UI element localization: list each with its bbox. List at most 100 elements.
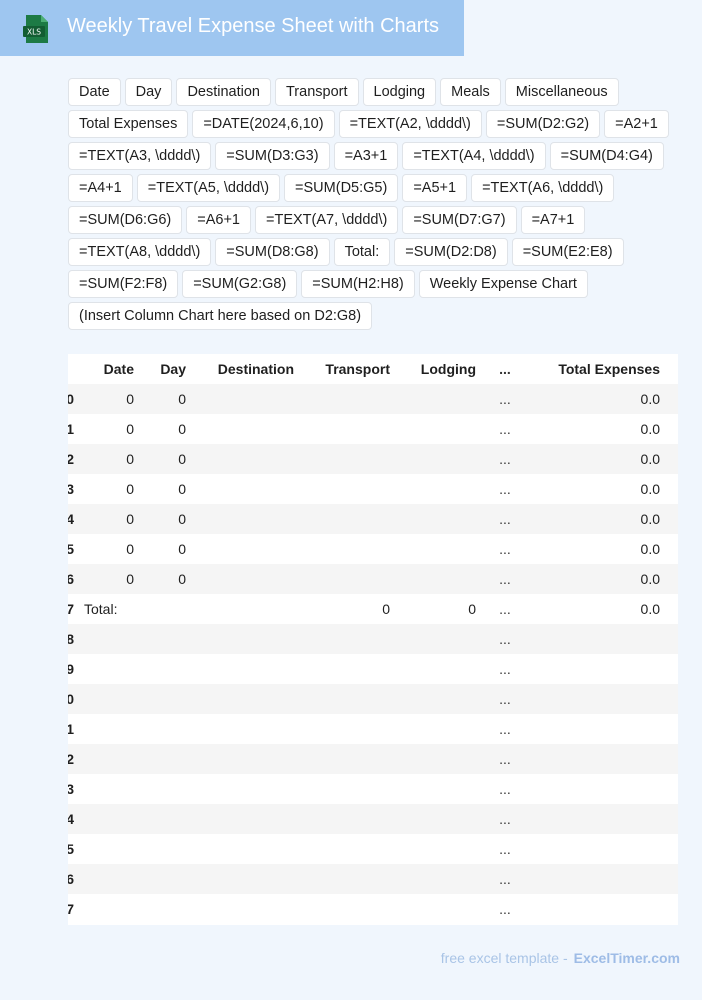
formula-chip[interactable]: =SUM(D7:G7) <box>402 206 517 234</box>
table-cell-total: 0.0 <box>526 594 668 624</box>
table-cell-transport <box>302 834 398 864</box>
table-cell-ell: ... <box>484 594 526 624</box>
formula-chip[interactable]: =DATE(2024,6,10) <box>192 110 335 138</box>
footer-brand-link[interactable]: ExcelTimer.com <box>574 950 680 966</box>
table-row: 8... <box>68 624 678 654</box>
table-cell-destination <box>194 504 302 534</box>
table-cell-unnamed <box>668 564 678 594</box>
table-cell-destination <box>194 714 302 744</box>
table-cell-transport <box>302 744 398 774</box>
table-cell-day <box>142 684 194 714</box>
table-cell-total <box>526 744 668 774</box>
table-cell-lodging <box>398 654 484 684</box>
table-cell-lodging <box>398 474 484 504</box>
formula-chip[interactable]: =SUM(E2:E8) <box>511 238 624 266</box>
row-index-cell: 0 <box>68 384 76 414</box>
table-row: 3 0 0... 0.0 <box>68 474 678 504</box>
formula-chip[interactable]: =SUM(D2:D8) <box>394 238 508 266</box>
column-header[interactable]: Day <box>142 354 194 384</box>
table-cell-day: 0 <box>142 414 194 444</box>
formula-chip[interactable]: Meals <box>440 78 501 106</box>
column-header[interactable]: Date <box>76 354 142 384</box>
row-index-cell: 15 <box>68 834 76 864</box>
table-cell-total <box>526 834 668 864</box>
formula-chip[interactable]: =TEXT(A4, \dddd\) <box>402 142 546 170</box>
footer-credit: free excel template - ExcelTimer.com <box>441 950 680 966</box>
table-row: 14... <box>68 804 678 834</box>
table-cell-transport <box>302 624 398 654</box>
formula-chip[interactable]: Total: <box>333 238 391 266</box>
formula-chip[interactable]: =A3+1 <box>333 142 399 170</box>
table-cell-day <box>142 744 194 774</box>
row-index-cell: 16 <box>68 864 76 894</box>
table-cell-transport <box>302 654 398 684</box>
table-cell-ell: ... <box>484 474 526 504</box>
table-cell-date: 0 <box>76 474 142 504</box>
formula-chip[interactable]: =TEXT(A2, \dddd\) <box>338 110 482 138</box>
table-cell-destination <box>194 744 302 774</box>
table-cell-day <box>142 894 194 924</box>
table-cell-total <box>526 624 668 654</box>
table-cell-unnamed <box>668 594 678 624</box>
table-cell-date: 0 <box>76 444 142 474</box>
table-cell-unnamed <box>668 474 678 504</box>
formula-chip[interactable]: =A6+1 <box>186 206 252 234</box>
formula-chip[interactable]: Destination <box>176 78 271 106</box>
formula-chip[interactable]: =A5+1 <box>402 174 468 202</box>
formula-chip[interactable]: Weekly Expense Chart <box>418 270 588 298</box>
row-index-cell: 3 <box>68 474 76 504</box>
row-index-cell: 8 <box>68 624 76 654</box>
formula-chip[interactable]: Miscellaneous <box>504 78 619 106</box>
column-header[interactable]: Transport <box>302 354 398 384</box>
table-cell-lodging <box>398 864 484 894</box>
formula-chip[interactable]: =SUM(H2:H8) <box>301 270 415 298</box>
table-cell-destination <box>194 654 302 684</box>
formula-chip[interactable]: =SUM(D8:G8) <box>215 238 330 266</box>
formula-chip[interactable]: =TEXT(A7, \dddd\) <box>255 206 399 234</box>
table-cell-date <box>76 714 142 744</box>
formula-chip[interactable]: =A2+1 <box>604 110 669 138</box>
table-cell-total <box>526 654 668 684</box>
formula-chip[interactable]: =TEXT(A3, \dddd\) <box>68 142 212 170</box>
table-row: 17... <box>68 894 678 924</box>
formula-chip[interactable]: Lodging <box>362 78 437 106</box>
formula-chip[interactable]: Total Expenses <box>68 110 189 138</box>
formula-chip[interactable]: =SUM(D4:G4) <box>549 142 664 170</box>
formula-chip[interactable]: (Insert Column Chart here based on D2:G8… <box>68 302 373 330</box>
table-cell-ell: ... <box>484 444 526 474</box>
index-header[interactable] <box>68 354 76 384</box>
formula-chip[interactable]: =SUM(D6:G6) <box>68 206 183 234</box>
formula-chip[interactable]: =SUM(D3:G3) <box>215 142 330 170</box>
formula-chip[interactable]: Transport <box>274 78 359 106</box>
formula-chip[interactable]: =A7+1 <box>520 206 586 234</box>
column-header[interactable]: Unnamed: 8 <box>668 354 678 384</box>
formula-chip[interactable]: =SUM(D5:G5) <box>284 174 399 202</box>
row-index-cell: 5 <box>68 534 76 564</box>
table-cell-ell: ... <box>484 684 526 714</box>
column-header[interactable]: Lodging <box>398 354 484 384</box>
table-row: 9... <box>68 654 678 684</box>
formula-chip[interactable]: =SUM(G2:G8) <box>182 270 298 298</box>
column-header[interactable]: Destination <box>194 354 302 384</box>
formula-chip[interactable]: Day <box>124 78 173 106</box>
row-index-cell: 13 <box>68 774 76 804</box>
row-index-cell: 9 <box>68 654 76 684</box>
table-cell-date <box>76 774 142 804</box>
table-cell-date: 0 <box>76 564 142 594</box>
row-index-cell: 10 <box>68 684 76 714</box>
table-cell-transport <box>302 684 398 714</box>
column-header[interactable]: ... <box>484 354 526 384</box>
row-index-cell: 1 <box>68 414 76 444</box>
table-cell-total <box>526 714 668 744</box>
formula-chip[interactable]: =TEXT(A8, \dddd\) <box>68 238 212 266</box>
table-cell-destination <box>194 834 302 864</box>
formula-chip[interactable]: =A4+1 <box>68 174 133 202</box>
formula-chip[interactable]: =TEXT(A5, \dddd\) <box>136 174 281 202</box>
formula-chip[interactable]: =SUM(D2:G2) <box>485 110 601 138</box>
column-header[interactable]: Total Expenses <box>526 354 668 384</box>
formula-chip[interactable]: Date <box>68 78 121 106</box>
formula-chip[interactable]: =TEXT(A6, \dddd\) <box>471 174 615 202</box>
formula-chip[interactable]: =SUM(F2:F8) <box>68 270 179 298</box>
table-cell-lodging <box>398 564 484 594</box>
table-cell-lodging <box>398 534 484 564</box>
